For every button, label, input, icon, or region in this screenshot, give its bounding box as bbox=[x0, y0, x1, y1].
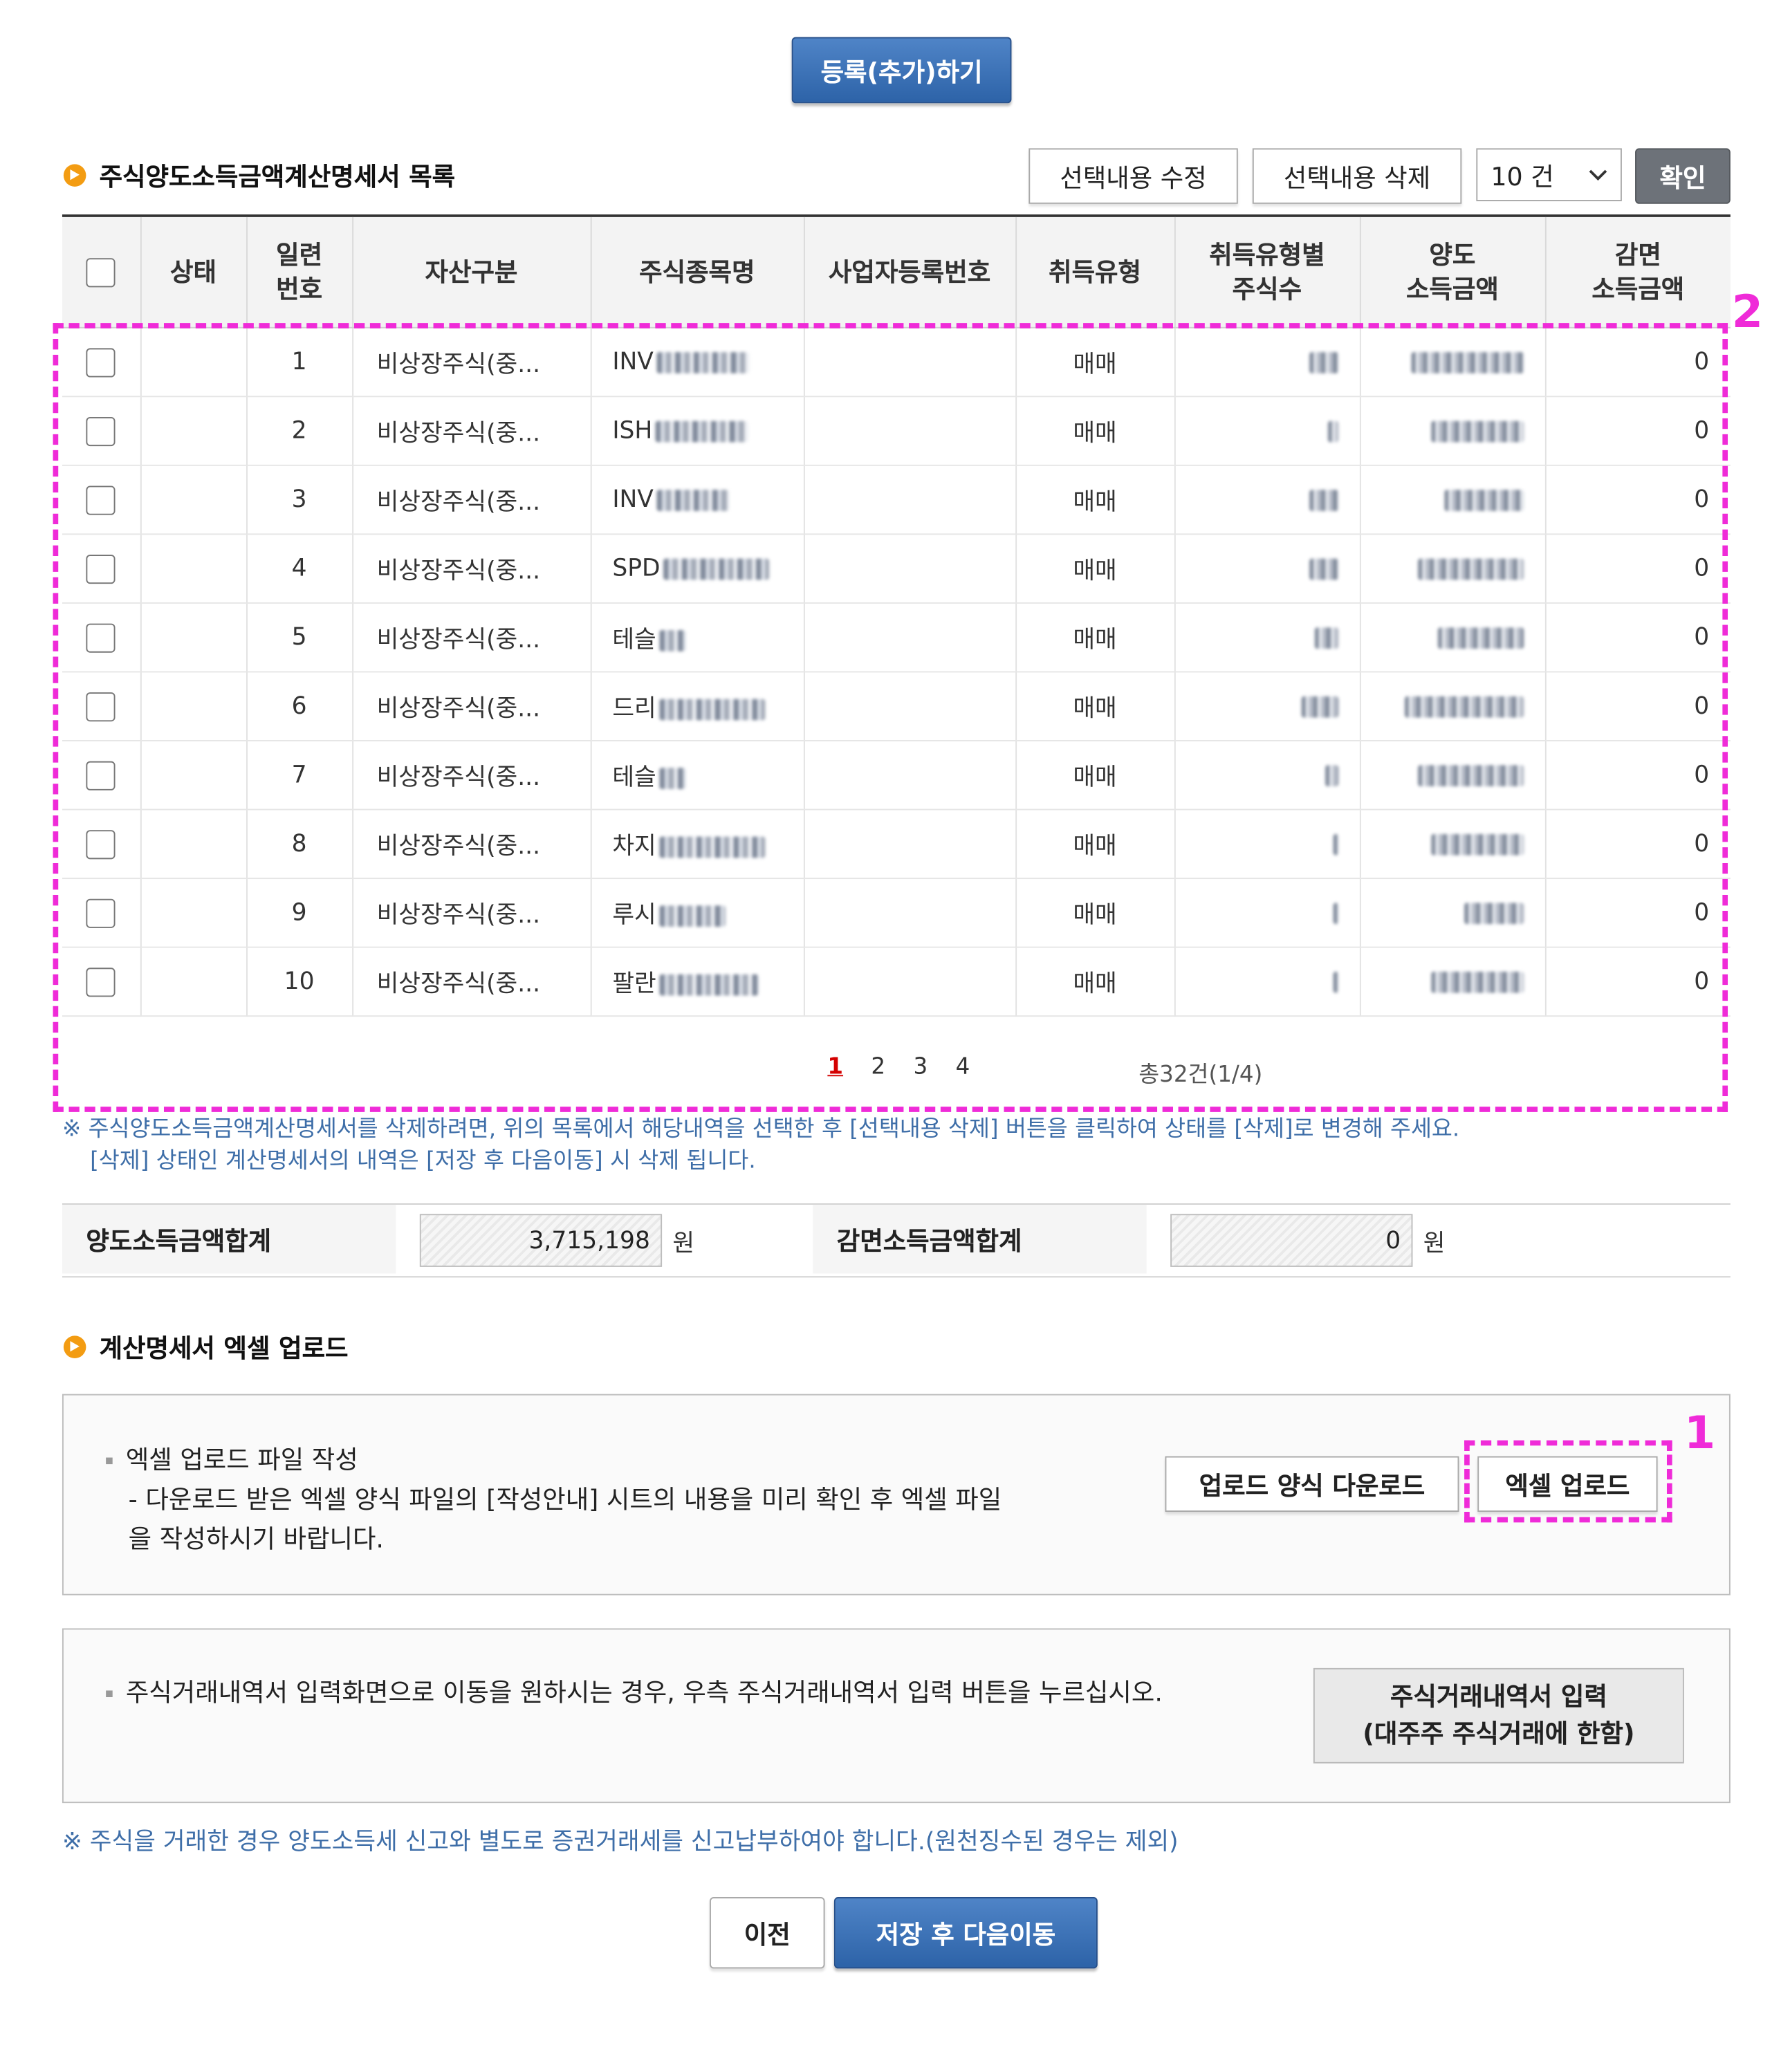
list-section-title: 주식양도소득금액계산명세서 목록 bbox=[63, 156, 456, 194]
download-template-button[interactable]: 업로드 양식 다운로드 bbox=[1165, 1456, 1459, 1513]
register-add-button[interactable]: 등록(추가)하기 bbox=[791, 37, 1012, 104]
header-biz-no: 사업자등록번호 bbox=[803, 216, 1017, 329]
save-next-button[interactable]: 저장 후 다음이동 bbox=[833, 1897, 1098, 1969]
header-gain: 양도 소득금액 bbox=[1359, 216, 1546, 329]
annotation-box-1 bbox=[1464, 1440, 1672, 1523]
chevron-down-icon bbox=[1589, 169, 1607, 181]
square-bullet-icon bbox=[106, 1457, 113, 1465]
list-section-title-text: 주식양도소득금액계산명세서 목록 bbox=[99, 162, 456, 192]
gain-total-field: 3,715,198 bbox=[419, 1214, 663, 1267]
gain-total-label: 양도소득금액합계 bbox=[62, 1204, 396, 1274]
page-size-value: 10 건 bbox=[1491, 162, 1554, 192]
bullet-arrow-icon bbox=[63, 163, 86, 186]
annotation-box-2 bbox=[53, 323, 1728, 1112]
square-bullet-icon bbox=[106, 1690, 113, 1698]
delete-note-1: ※ 주식양도소득금액계산명세서를 삭제하려면, 위의 목록에서 해당내역을 선택… bbox=[62, 1116, 1460, 1143]
header-acq-type: 취득유형 bbox=[1015, 216, 1175, 329]
annotation-mark-1: 1 bbox=[1683, 1407, 1716, 1461]
table-header-row: 상태 일련 번호 자산구분 주식종목명 사업자등록번호 취득유형 취득유형별 주식수… bbox=[62, 216, 1731, 329]
header-stock-name: 주식종목명 bbox=[590, 216, 804, 329]
delete-note-2: [삭제] 상태인 계산명세서의 내역은 [저장 후 다음이동] 시 삭제 됩니다… bbox=[90, 1147, 756, 1174]
bottom-note: ※ 주식을 거래한 경우 양도소득세 신고와 별도로 증권거래세를 신고납부하여… bbox=[62, 1828, 1179, 1856]
confirm-button[interactable]: 확인 bbox=[1635, 148, 1731, 204]
trade-input-button[interactable]: 주식거래내역서 입력 (대주주 주식거래에 한함) bbox=[1313, 1667, 1684, 1764]
gain-total-unit: 원 bbox=[672, 1230, 695, 1258]
excel-desc-line1: - 다운로드 받은 엑셀 양식 파일의 [작성안내] 시트의 내용을 미리 확인… bbox=[128, 1485, 1002, 1515]
header-status: 상태 bbox=[140, 216, 247, 329]
page-size-select[interactable]: 10 건 bbox=[1476, 148, 1622, 201]
trade-panel-text: 주식거래내역서 입력화면으로 이동을 원하시는 경우, 우측 주식거래내역서 입… bbox=[106, 1674, 1163, 1713]
header-exempt: 감면 소득금액 bbox=[1544, 216, 1731, 329]
header-shares: 취득유형별 주식수 bbox=[1174, 216, 1360, 329]
exempt-total-field: 0 bbox=[1170, 1214, 1413, 1267]
header-select-all[interactable] bbox=[62, 216, 141, 329]
summary-row: 양도소득금액합계 3,715,198 원 감면소득금액합계 0 원 bbox=[62, 1203, 1731, 1278]
excel-bullet-title: 엑셀 업로드 파일 작성 bbox=[106, 1441, 358, 1480]
exempt-total-unit: 원 bbox=[1423, 1230, 1446, 1258]
excel-section-title: 계산명세서 엑셀 업로드 bbox=[63, 1328, 349, 1365]
prev-button[interactable]: 이전 bbox=[710, 1897, 825, 1969]
excel-desc-line2: 을 작성하시기 바랍니다. bbox=[128, 1525, 384, 1555]
header-seq: 일련 번호 bbox=[246, 216, 353, 329]
exempt-total-label: 감면소득금액합계 bbox=[813, 1204, 1147, 1274]
delete-selected-button[interactable]: 선택내용 삭제 bbox=[1252, 148, 1462, 204]
select-all-checkbox[interactable] bbox=[86, 258, 116, 288]
header-asset-type: 자산구분 bbox=[352, 216, 591, 329]
excel-section-title-text: 계산명세서 엑셀 업로드 bbox=[99, 1333, 349, 1363]
annotation-mark-2: 2 bbox=[1731, 286, 1764, 340]
bullet-arrow-icon bbox=[63, 1335, 86, 1358]
edit-selected-button[interactable]: 선택내용 수정 bbox=[1028, 148, 1238, 204]
trade-input-panel: 주식거래내역서 입력화면으로 이동을 원하시는 경우, 우측 주식거래내역서 입… bbox=[62, 1628, 1731, 1804]
